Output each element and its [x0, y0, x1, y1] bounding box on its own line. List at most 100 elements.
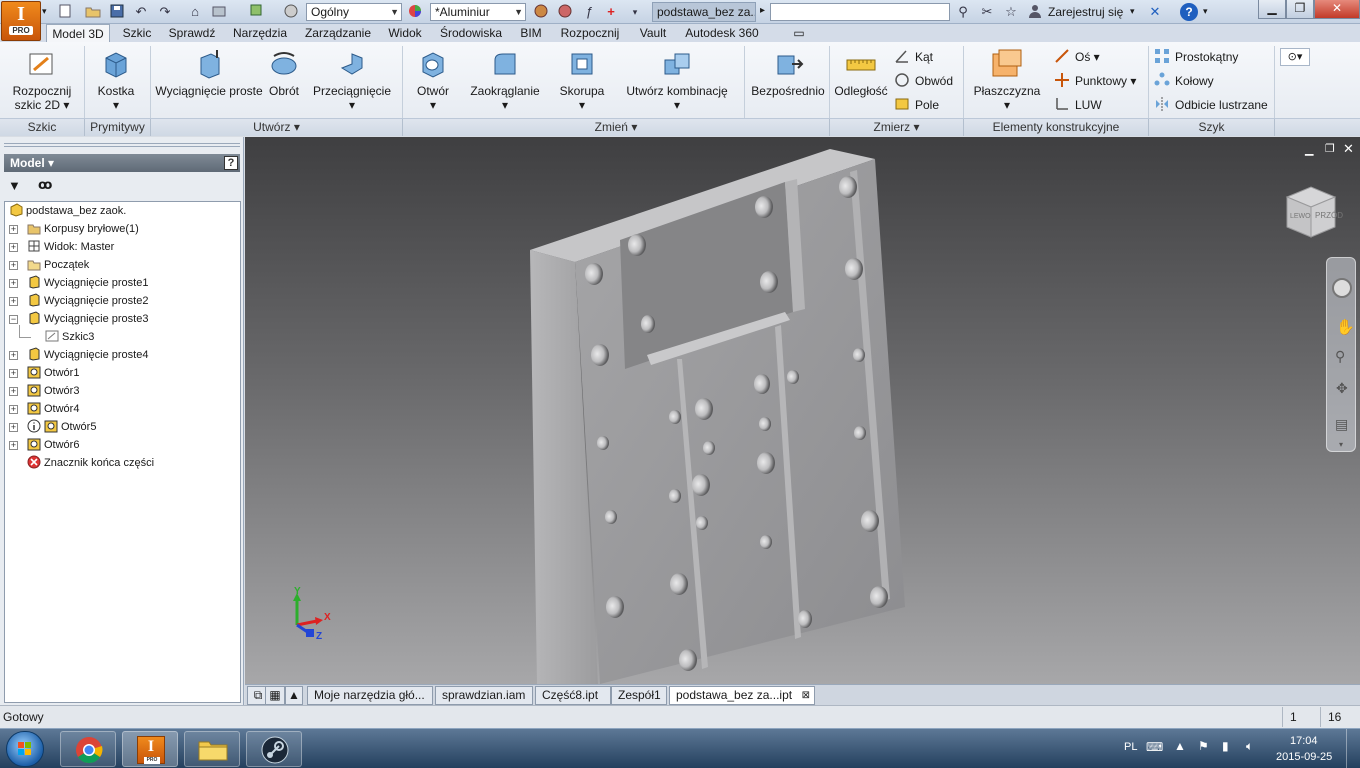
tab-tools[interactable]: Narzędzia [226, 24, 294, 42]
appearance-icon[interactable] [282, 3, 300, 21]
application-menu-button[interactable]: I PRO [1, 1, 41, 41]
combine-button[interactable]: Utwórz kombinację ▾ [622, 46, 732, 112]
tabs-menu-icon[interactable]: ▲ [285, 686, 303, 705]
language-indicator[interactable]: PL [1124, 741, 1137, 753]
collapse-toggle[interactable]: − [9, 315, 18, 324]
expand-toggle[interactable]: + [9, 405, 18, 414]
viewport-close-icon[interactable]: ✕ [1343, 141, 1354, 157]
viewport-minimize-icon[interactable]: ▁ [1305, 143, 1313, 156]
panel-grip[interactable] [4, 143, 240, 147]
viewcube[interactable]: LEWO PRZÓD [1281, 183, 1343, 241]
start-button[interactable] [6, 731, 44, 767]
tree-node-part[interactable]: podstawa_bez zaok. [9, 202, 126, 220]
viewport-restore-icon[interactable]: ❐ [1325, 142, 1335, 155]
tab-czesc8-ipt[interactable]: Część8.ipt [535, 686, 611, 705]
rectangular-pattern-button[interactable]: Prostokątny [1154, 48, 1238, 66]
expand-toggle[interactable]: + [9, 225, 18, 234]
tree-node-hole1[interactable]: Otwór1 [27, 364, 79, 382]
tab-manage[interactable]: Zarządzanie [298, 24, 378, 42]
orbit-icon[interactable]: ✥ [1336, 380, 1348, 397]
user-icon[interactable] [1026, 3, 1044, 21]
box-button[interactable]: Kostka ▾ [90, 46, 142, 112]
group-create[interactable]: Utwórz ▾ [151, 119, 403, 136]
favorites-star-icon[interactable]: ☆ [1002, 3, 1020, 21]
tree-node-extrude1[interactable]: Wyciągnięcie proste1 [27, 274, 148, 292]
tree-node-hole5[interactable]: Otwór5 [27, 418, 96, 436]
chevron-right-icon[interactable]: ▸ [760, 5, 765, 16]
undo-icon[interactable]: ↶ [132, 3, 150, 21]
tree-node-view-master[interactable]: Widok: Master [27, 238, 114, 256]
app-menu-chevron-icon[interactable]: ▾ [42, 6, 47, 17]
network-icon[interactable]: ▮ [1222, 739, 1229, 753]
clock-date[interactable]: 2015-09-25 [1276, 751, 1332, 763]
expand-toggle[interactable]: + [9, 369, 18, 378]
tab-view[interactable]: Widok [382, 24, 428, 42]
extrude-button[interactable]: Wyciągnięcie proste [154, 46, 264, 98]
expand-toggle[interactable]: + [9, 261, 18, 270]
area-button[interactable]: Pole [894, 96, 939, 114]
sweep-button[interactable]: Przeciągnięcie ▾ [310, 46, 394, 112]
expand-toggle[interactable]: + [9, 297, 18, 306]
clock-time[interactable]: 17:04 [1290, 735, 1318, 747]
taskbar-chrome-button[interactable] [60, 731, 116, 767]
expand-toggle[interactable]: + [9, 441, 18, 450]
show-desktop-button[interactable] [1346, 729, 1360, 768]
ribbon-options-icon[interactable]: ⊙▾ [1280, 48, 1310, 66]
signin-link[interactable]: Zarejestruj się [1048, 5, 1123, 19]
adjust-icon[interactable] [556, 3, 574, 21]
expand-toggle[interactable]: + [9, 279, 18, 288]
zoom-icon[interactable]: ⚲ [1335, 348, 1345, 365]
material-combo[interactable]: *Aluminiur ▼ [430, 3, 526, 21]
work-plane-button[interactable]: Płaszczyzna ▾ [970, 46, 1044, 112]
restore-window-button[interactable]: ❐ [1286, 0, 1314, 19]
tree-node-end-of-part[interactable]: Znacznik końca części [27, 454, 154, 472]
angle-button[interactable]: Kąt [894, 48, 933, 66]
tab-podstawa-ipt[interactable]: podstawa_bez za...ipt ⊠ [669, 686, 815, 705]
ribbon-minimize-icon[interactable]: ▭ [788, 24, 810, 42]
tab-inspect[interactable]: Sprawdź [162, 24, 222, 42]
help-icon[interactable]: ? [1180, 3, 1198, 21]
tree-node-extrude4[interactable]: Wyciągnięcie proste4 [27, 346, 148, 364]
home-icon[interactable]: ⌂ [186, 3, 204, 21]
tree-node-extrude2[interactable]: Wyciągnięcie proste2 [27, 292, 148, 310]
measure-icon[interactable] [532, 3, 550, 21]
exchange-apps-icon[interactable]: ✕ [1146, 3, 1164, 21]
expand-toggle[interactable]: + [9, 243, 18, 252]
nav-bar-options-icon[interactable]: ▾ [1339, 440, 1343, 449]
browser-header[interactable]: Model ▾ ? [4, 154, 240, 172]
expand-toggle[interactable]: + [9, 423, 18, 432]
start-2d-sketch-button[interactable]: Rozpocznij szkic 2D ▾ [4, 46, 80, 112]
perimeter-button[interactable]: Obwód [894, 72, 953, 90]
graphics-viewport[interactable]: ▁ ❐ ✕ LEWO PRZÓD ✋ ⚲ ✥ ▤ ▾ Y X Z [245, 137, 1360, 684]
qat-customize-icon[interactable]: ▾ [626, 3, 644, 21]
fillet-button[interactable]: Zaokrąglanie ▾ [468, 46, 542, 112]
open-folder-icon[interactable] [84, 3, 102, 21]
steering-wheel-icon[interactable] [1332, 278, 1352, 298]
tab-sprawdzian-iam[interactable]: sprawdzian.iam [435, 686, 533, 705]
taskbar-steam-button[interactable] [246, 731, 302, 767]
tree-node-extrude3[interactable]: Wyciągnięcie proste3 [27, 310, 148, 328]
work-point-button[interactable]: Punktowy ▾ [1054, 72, 1136, 90]
tab-bim[interactable]: BIM [514, 24, 548, 42]
tab-model-3d[interactable]: Model 3D [46, 24, 110, 42]
minimize-window-button[interactable]: ▁ [1258, 0, 1286, 19]
tree-node-hole3[interactable]: Otwór3 [27, 382, 79, 400]
update-icon[interactable] [210, 3, 228, 21]
close-window-button[interactable]: ✕ [1314, 0, 1360, 19]
signin-chevron-icon[interactable]: ▾ [1130, 6, 1135, 17]
style-combo[interactable]: Ogólny ▼ [306, 3, 402, 21]
new-file-icon[interactable] [56, 3, 74, 21]
tab-sketch[interactable]: Szkic [116, 24, 158, 42]
tab-autodesk-360[interactable]: Autodesk 360 [680, 24, 764, 42]
pan-hand-icon[interactable]: ✋ [1336, 318, 1355, 336]
group-measure[interactable]: Zmierz ▾ [830, 119, 964, 136]
hole-button[interactable]: Otwór ▾ [410, 46, 456, 112]
tree-node-hole4[interactable]: Otwór4 [27, 400, 79, 418]
help-chevron-icon[interactable]: ▾ [1203, 6, 1208, 17]
save-icon[interactable] [108, 3, 126, 21]
distance-button[interactable]: Odległość [832, 46, 890, 98]
subscription-icon[interactable]: ✂ [978, 3, 996, 21]
group-modify[interactable]: Zmień ▾ [403, 119, 830, 136]
tab-zespol1[interactable]: Zespół1 [611, 686, 667, 705]
tree-node-origin[interactable]: Początek [27, 256, 89, 274]
